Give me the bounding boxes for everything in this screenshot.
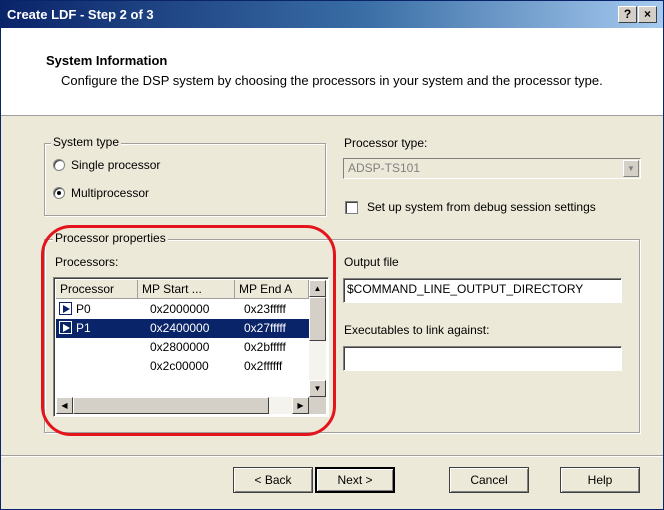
cell-mp-start: 0x2400000 [150, 321, 210, 335]
scroll-thumb[interactable] [309, 297, 326, 341]
table-row[interactable]: 0x2c00000 0x2ffffff [56, 357, 309, 376]
chevron-down-icon[interactable]: ▼ [623, 160, 639, 177]
executables-label: Executables to link against: [344, 323, 490, 337]
next-button[interactable]: Next > [315, 467, 395, 493]
cell-mp-end: 0x2bfffff [244, 340, 286, 354]
header-description: Configure the DSP system by choosing the… [61, 73, 603, 88]
processor-type-label: Processor type: [344, 136, 428, 150]
cancel-button[interactable]: Cancel [449, 467, 529, 493]
wizard-header: System Information Configure the DSP sys… [1, 28, 663, 116]
cell-processor: P1 [76, 321, 91, 335]
processor-type-combo[interactable]: ADSP-TS101 ▼ [343, 158, 641, 179]
cell-processor: P0 [76, 302, 91, 316]
cell-mp-end: 0x23fffff [244, 302, 286, 316]
radio-off-icon [53, 159, 65, 171]
column-header-mp-end[interactable]: MP End A [235, 280, 309, 299]
single-processor-label: Single processor [71, 158, 161, 172]
title-bar: Create LDF - Step 2 of 3 ? × [1, 1, 663, 28]
debug-session-label: Set up system from debug session setting… [367, 200, 596, 214]
processor-icon [59, 302, 72, 315]
scroll-down-icon[interactable]: ▼ [309, 380, 326, 397]
scroll-left-icon[interactable]: ◀ [56, 397, 73, 414]
scroll-up-icon[interactable]: ▲ [309, 280, 326, 297]
system-type-label: System type [51, 135, 122, 149]
processor-properties-label: Processor properties [53, 231, 168, 245]
output-file-label: Output file [344, 255, 399, 269]
scroll-thumb-horizontal[interactable] [73, 397, 269, 414]
scroll-corner [309, 397, 326, 414]
processor-type-value: ADSP-TS101 [348, 161, 421, 175]
table-row[interactable]: P0 0x2000000 0x23fffff [56, 300, 309, 319]
column-header-processor[interactable]: Processor [56, 280, 138, 299]
system-type-group [44, 143, 326, 216]
vertical-scrollbar[interactable]: ▲ ▼ [309, 280, 326, 397]
back-button[interactable]: < Back [233, 467, 313, 493]
multiprocessor-radio[interactable]: Multiprocessor [53, 186, 149, 200]
horizontal-scrollbar[interactable]: ◀ ▶ [56, 397, 309, 414]
processors-label: Processors: [55, 255, 119, 269]
footer-divider [1, 455, 663, 457]
multiprocessor-label: Multiprocessor [71, 186, 150, 200]
create-ldf-dialog: Create LDF - Step 2 of 3 ? × System Info… [0, 0, 664, 510]
help-title-button[interactable]: ? [618, 6, 637, 23]
single-processor-radio[interactable]: Single processor [53, 158, 160, 172]
table-row[interactable]: P1 0x2400000 0x27fffff [55, 318, 310, 339]
radio-on-icon [53, 187, 65, 199]
window-title: Create LDF - Step 2 of 3 [7, 7, 154, 22]
column-header-mp-start[interactable]: MP Start ... [138, 280, 235, 299]
table-row[interactable]: 0x2800000 0x2bfffff [56, 338, 309, 357]
scroll-right-icon[interactable]: ▶ [292, 397, 309, 414]
cell-mp-end: 0x27fffff [244, 321, 286, 335]
cell-mp-start: 0x2c00000 [150, 359, 209, 373]
processor-icon [59, 321, 72, 334]
debug-session-checkbox[interactable] [345, 201, 358, 214]
help-button[interactable]: Help [560, 467, 640, 493]
close-icon[interactable]: × [638, 6, 657, 23]
executables-input[interactable] [343, 346, 622, 371]
cell-mp-end: 0x2ffffff [244, 359, 283, 373]
cell-mp-start: 0x2800000 [150, 340, 210, 354]
output-file-input[interactable]: $COMMAND_LINE_OUTPUT_DIRECTORY [343, 278, 622, 303]
processors-list[interactable]: Processor MP Start ... MP End A P0 0x200… [53, 277, 329, 417]
cell-mp-start: 0x2000000 [150, 302, 210, 316]
header-title: System Information [46, 53, 168, 68]
